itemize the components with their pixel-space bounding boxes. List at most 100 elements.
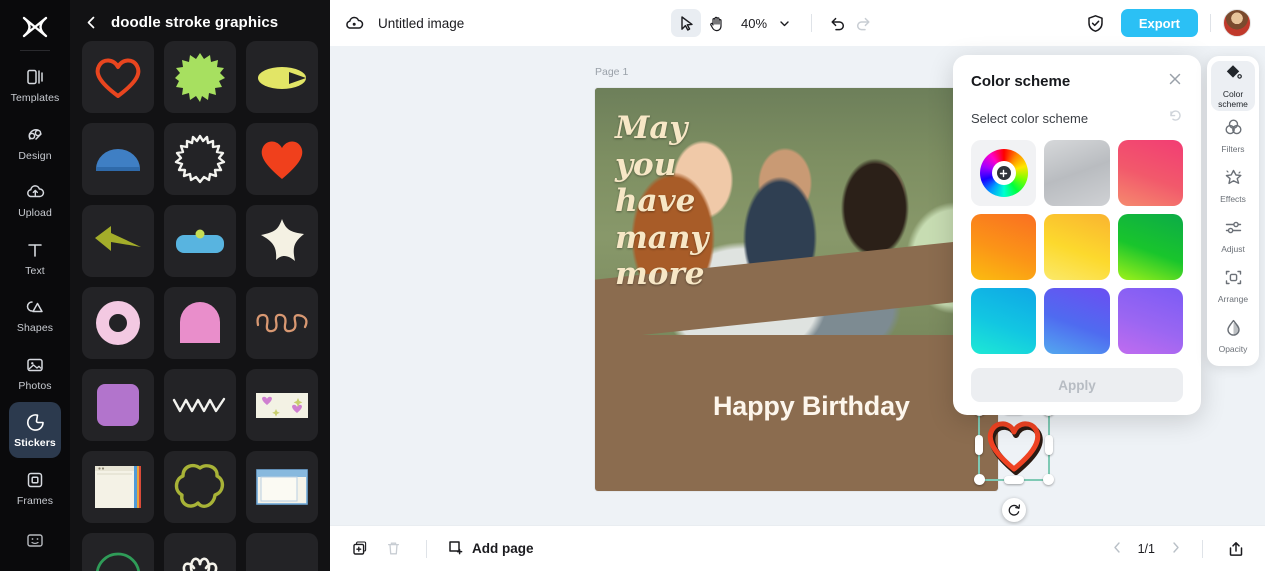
- sticker-note-card-hearts[interactable]: [246, 369, 318, 441]
- zoom-level[interactable]: 40%: [741, 16, 767, 31]
- upload-cloud-icon: [25, 181, 46, 203]
- sidebar-item-frames[interactable]: Frames: [9, 460, 61, 516]
- sticker-heart-outline-red[interactable]: [82, 41, 154, 113]
- sticker-circle-outline-green[interactable]: [82, 533, 154, 571]
- sidebar-item-photos[interactable]: Photos: [9, 345, 61, 401]
- canvas-heading-text[interactable]: Happy Birthday: [713, 391, 910, 422]
- toolbar-divider: [811, 14, 813, 32]
- sidebar-item-label: Templates: [10, 92, 60, 105]
- swatch-silver[interactable]: [1044, 140, 1110, 206]
- sticker-leaf-ellipse-yellow[interactable]: [246, 41, 318, 113]
- resize-handle-right[interactable]: [1045, 435, 1053, 455]
- rtool-label: Adjust: [1221, 243, 1245, 254]
- close-icon[interactable]: [1167, 71, 1183, 92]
- rtool-filters[interactable]: Filters: [1211, 111, 1255, 161]
- sticker-browser-window-cream[interactable]: [82, 451, 154, 523]
- sticker-half-dome-blue[interactable]: [82, 123, 154, 195]
- add-page-label: Add page: [472, 541, 534, 556]
- captions-icon: [25, 530, 45, 552]
- sidebar-item-shapes[interactable]: Shapes: [9, 287, 61, 343]
- canvas-script-text[interactable]: May you have many more: [615, 110, 755, 293]
- hand-icon[interactable]: [701, 9, 731, 37]
- stickers-grid: [70, 41, 330, 571]
- rtool-arrange[interactable]: Arrange: [1211, 261, 1255, 311]
- swatch-orange[interactable]: [971, 214, 1037, 280]
- chevron-left-icon[interactable]: [84, 15, 99, 30]
- rtool-effects[interactable]: Effects: [1211, 161, 1255, 211]
- resize-handle-br[interactable]: [1043, 474, 1054, 485]
- resize-handle-bl[interactable]: [974, 474, 985, 485]
- stickers-panel-title: doodle stroke graphics: [111, 14, 279, 31]
- color-scheme-popover: Color scheme Select color scheme Apply: [953, 55, 1201, 415]
- sidebar-item-text[interactable]: Text: [9, 230, 61, 286]
- selection-box[interactable]: [974, 405, 1054, 485]
- avatar[interactable]: [1223, 9, 1251, 37]
- undo-arrow-icon[interactable]: [824, 10, 850, 36]
- apply-button[interactable]: Apply: [971, 368, 1183, 402]
- resize-handle-left[interactable]: [975, 435, 983, 455]
- toolbar-divider-2: [1210, 14, 1211, 32]
- sidebar-item-design[interactable]: Design: [9, 115, 61, 171]
- left-rail: Templates Design Upload Text Shapes Phot…: [0, 0, 70, 571]
- swatch-purple[interactable]: [1117, 288, 1183, 354]
- sticker-zigzag-ring-white[interactable]: [164, 123, 236, 195]
- document-title[interactable]: Untitled image: [378, 16, 464, 31]
- sticker-window-frame-blue[interactable]: [246, 451, 318, 523]
- effects-icon: [1224, 168, 1243, 192]
- design-canvas[interactable]: May you have many more Happy Birthday: [595, 88, 998, 491]
- sticker-squiggle-loops-peach[interactable]: [246, 287, 318, 359]
- plus-icon: [996, 166, 1011, 180]
- shield-check-icon[interactable]: [1083, 10, 1109, 36]
- swatch-green[interactable]: [1117, 214, 1183, 280]
- rtool-opacity[interactable]: Opacity: [1211, 311, 1255, 361]
- sticker-empty-cell[interactable]: [246, 533, 318, 571]
- prev-page-button[interactable]: [1111, 541, 1124, 557]
- sticker-pill-blue-dot[interactable]: [164, 205, 236, 277]
- stickers-icon: [25, 411, 46, 433]
- next-page-button[interactable]: [1169, 541, 1182, 557]
- sticker-arrow-left-olive[interactable]: [82, 205, 154, 277]
- swatch-yellow[interactable]: [1044, 214, 1110, 280]
- sticker-spiky-circle-green[interactable]: [164, 41, 236, 113]
- text-icon: [25, 239, 45, 261]
- rtool-adjust[interactable]: Adjust: [1211, 211, 1255, 261]
- swatch-cyan[interactable]: [971, 288, 1037, 354]
- capcut-logo-icon[interactable]: [12, 8, 58, 46]
- sticker-flower-outline-white[interactable]: [164, 533, 236, 571]
- cursor-arrow-icon[interactable]: [671, 9, 702, 37]
- sticker-heart-filled-red[interactable]: [246, 123, 318, 195]
- duplicate-page-icon[interactable]: [346, 536, 372, 562]
- redo-arrow-icon[interactable]: [850, 10, 876, 36]
- rtool-label: Arrange: [1217, 293, 1249, 304]
- sticker-rounded-square-purple[interactable]: [82, 369, 154, 441]
- export-button[interactable]: Export: [1120, 9, 1198, 37]
- page-indicator: 1/1: [1137, 541, 1155, 556]
- add-page-button[interactable]: Add page: [447, 539, 534, 559]
- reset-icon[interactable]: [1168, 108, 1183, 128]
- bottom-divider: [426, 539, 427, 558]
- swatch-custom-color-picker[interactable]: [971, 140, 1037, 206]
- rotate-icon[interactable]: [1002, 498, 1026, 522]
- sticker-zigzag-line-white[interactable]: [164, 369, 236, 441]
- sticker-donut-pink[interactable]: [82, 287, 154, 359]
- swatch-blue[interactable]: [1044, 288, 1110, 354]
- color-scheme-icon: [1224, 63, 1243, 87]
- chevron-down-icon[interactable]: [769, 9, 799, 37]
- sidebar-item-templates[interactable]: Templates: [9, 57, 61, 113]
- sticker-clover-outline-olive[interactable]: [164, 451, 236, 523]
- swatch-pink-red[interactable]: [1117, 140, 1183, 206]
- trash-icon[interactable]: [380, 536, 406, 562]
- sticker-arch-pink[interactable]: [164, 287, 236, 359]
- rail-divider: [20, 50, 50, 52]
- sidebar-item-more[interactable]: [9, 514, 61, 570]
- share-upload-icon[interactable]: [1223, 536, 1249, 562]
- rtool-label: Filters: [1221, 143, 1245, 154]
- rtool-color-scheme[interactable]: Color scheme: [1211, 61, 1255, 111]
- resize-handle-bottom[interactable]: [1004, 476, 1024, 484]
- sidebar-item-upload[interactable]: Upload: [9, 172, 61, 228]
- sidebar-item-stickers[interactable]: Stickers: [9, 402, 61, 458]
- sticker-star-cream[interactable]: [246, 205, 318, 277]
- sidebar-item-label: Upload: [18, 207, 52, 220]
- add-page-icon: [447, 539, 464, 559]
- cloud-save-icon[interactable]: [344, 14, 364, 32]
